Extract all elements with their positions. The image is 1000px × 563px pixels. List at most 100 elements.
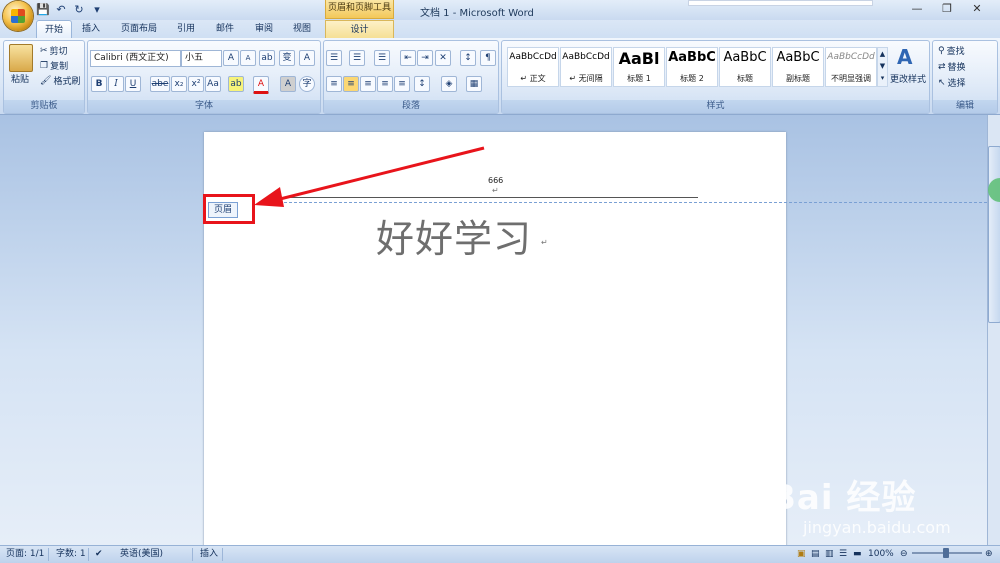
cut-button[interactable]: ✂ 剪切 [40,44,68,58]
italic-button[interactable]: I [108,76,124,92]
char-border-icon[interactable]: A [299,50,315,66]
tab-references[interactable]: 引用 [171,20,201,38]
change-case-button[interactable]: Aa [205,76,221,92]
change-styles-icon[interactable]: A [897,45,912,69]
distribute-icon[interactable]: ≡ [394,76,410,92]
show-marks-icon[interactable]: ¶ [480,50,496,66]
replace-label: 替换 [947,63,966,73]
font-family-select[interactable]: Calibri (西文正文) [90,50,181,67]
copy-button[interactable]: ❐ 复制 [40,59,68,73]
find-button[interactable]: ⚲ 查找 [938,44,965,58]
styles-scroll[interactable]: ▲ ▼ ▾ [877,47,888,87]
tab-mailings[interactable]: 邮件 [210,20,240,38]
tab-review[interactable]: 审阅 [249,20,279,38]
enclose-char-button[interactable]: 字 [299,76,315,92]
office-button[interactable] [3,1,33,31]
print-layout-view-icon[interactable]: ▣ [797,546,806,563]
zoom-out-icon[interactable]: ⊖ [900,546,908,563]
title-search-strip [688,0,873,6]
outline-view-icon[interactable]: ☰ [839,546,847,563]
header-content[interactable]: 666 [488,176,503,185]
paste-icon[interactable] [9,44,33,72]
editing-group-label: 编辑 [933,100,997,113]
style-subtitle[interactable]: AaBbC 副标题 [772,47,824,87]
superscript-button[interactable]: x² [188,76,204,92]
baidu-watermark-logo: Bai 经验 [770,478,917,518]
chinese-layout-icon[interactable]: ✕ [435,50,451,66]
strikethrough-button[interactable]: abe [150,76,170,92]
char-shading-button[interactable]: A [280,76,296,92]
divider [222,548,223,561]
minimize-button[interactable]: — [904,2,930,16]
draft-view-icon[interactable]: ▬ [853,546,862,563]
clear-format-icon[interactable]: ab [259,50,275,66]
style-title[interactable]: AaBbC 标题 [719,47,771,87]
tab-page-layout[interactable]: 页面布局 [114,20,164,38]
tab-home[interactable]: 开始 [36,20,72,39]
paste-button[interactable]: 粘贴 [11,72,29,85]
insert-mode[interactable]: 插入 [200,546,218,563]
zoom-in-icon[interactable]: ⊕ [985,546,993,563]
borders-icon[interactable]: ▦ [466,76,482,92]
line-spacing-icon[interactable]: ↕ [414,76,430,92]
undo-icon[interactable]: ↶ [54,3,68,17]
style-name: 标题 2 [680,74,704,83]
select-button[interactable]: ↖ 选择 [938,76,966,90]
style-normal[interactable]: AaBbCcDd ↵ 正文 [507,47,559,87]
proofing-icon[interactable]: ✔ [95,546,103,563]
underline-button[interactable]: U [125,76,141,92]
justify-icon[interactable]: ≡ [377,76,393,92]
numbering-icon[interactable]: ☰ [349,50,365,66]
style-name: 副标题 [786,74,810,83]
customize-qat-icon[interactable]: ▾ [90,3,104,17]
align-left-icon[interactable]: ≡ [326,76,342,92]
highlight-button[interactable]: ab [228,76,244,92]
bullets-icon[interactable]: ☰ [326,50,342,66]
align-center-icon[interactable]: ≡ [343,76,359,92]
font-group-label: 字体 [88,100,320,113]
font-color-button[interactable]: A [253,76,269,94]
baidu-watermark-url: jingyan.baidu.com [803,518,951,537]
multilevel-list-icon[interactable]: ☰ [374,50,390,66]
format-painter-button[interactable]: 🖌 格式刷 [40,74,80,88]
close-button[interactable]: ✕ [964,2,990,16]
style-preview: AaBbC [668,50,716,65]
full-screen-view-icon[interactable]: ▤ [811,546,820,563]
tab-design[interactable]: 设计 [325,20,394,39]
font-size-select[interactable]: 小五 [181,50,222,67]
sort-icon[interactable]: ↕ [460,50,476,66]
grow-font-icon[interactable]: A [223,50,239,66]
paragraph-group-label: 段落 [324,100,498,113]
styles-group-label: 样式 [502,100,929,113]
page-count[interactable]: 页面: 1/1 [6,546,44,563]
change-styles-label[interactable]: 更改样式 [890,72,926,85]
restore-button[interactable]: ❐ [934,2,960,16]
tab-insert[interactable]: 插入 [76,20,106,38]
style-heading-1[interactable]: AaBl 标题 1 [613,47,665,87]
style-no-spacing[interactable]: AaBbCcDd ↵ 无间隔 [560,47,612,87]
increase-indent-icon[interactable]: ⇥ [417,50,433,66]
phonetic-guide-icon[interactable]: 变 [279,50,295,66]
find-label: 查找 [946,47,965,57]
body-text[interactable]: 好好学习 [376,208,532,263]
save-icon[interactable]: 💾 [36,3,50,17]
style-subtle-emphasis[interactable]: AaBbCcDd 不明显强调 [825,47,877,87]
style-preview: AaBbC [776,50,820,65]
style-heading-2[interactable]: AaBbC 标题 2 [666,47,718,87]
zoom-slider-handle[interactable] [943,548,949,558]
replace-button[interactable]: ⇄ 替换 [938,60,966,74]
scrollbar-thumb[interactable] [988,146,1000,323]
style-preview: AaBbCcDd [562,52,610,62]
redo-icon[interactable]: ↻ [72,3,86,17]
word-count[interactable]: 字数: 1 [56,546,86,563]
decrease-indent-icon[interactable]: ⇤ [400,50,416,66]
language[interactable]: 英语(美国) [120,546,163,563]
zoom-level[interactable]: 100% [868,546,894,563]
shrink-font-icon[interactable]: A [240,50,256,66]
align-right-icon[interactable]: ≡ [360,76,376,92]
tab-view[interactable]: 视图 [287,20,317,38]
shading-icon[interactable]: ◈ [441,76,457,92]
bold-button[interactable]: B [91,76,107,92]
subscript-button[interactable]: x₂ [171,76,187,92]
web-layout-view-icon[interactable]: ▥ [825,546,834,563]
